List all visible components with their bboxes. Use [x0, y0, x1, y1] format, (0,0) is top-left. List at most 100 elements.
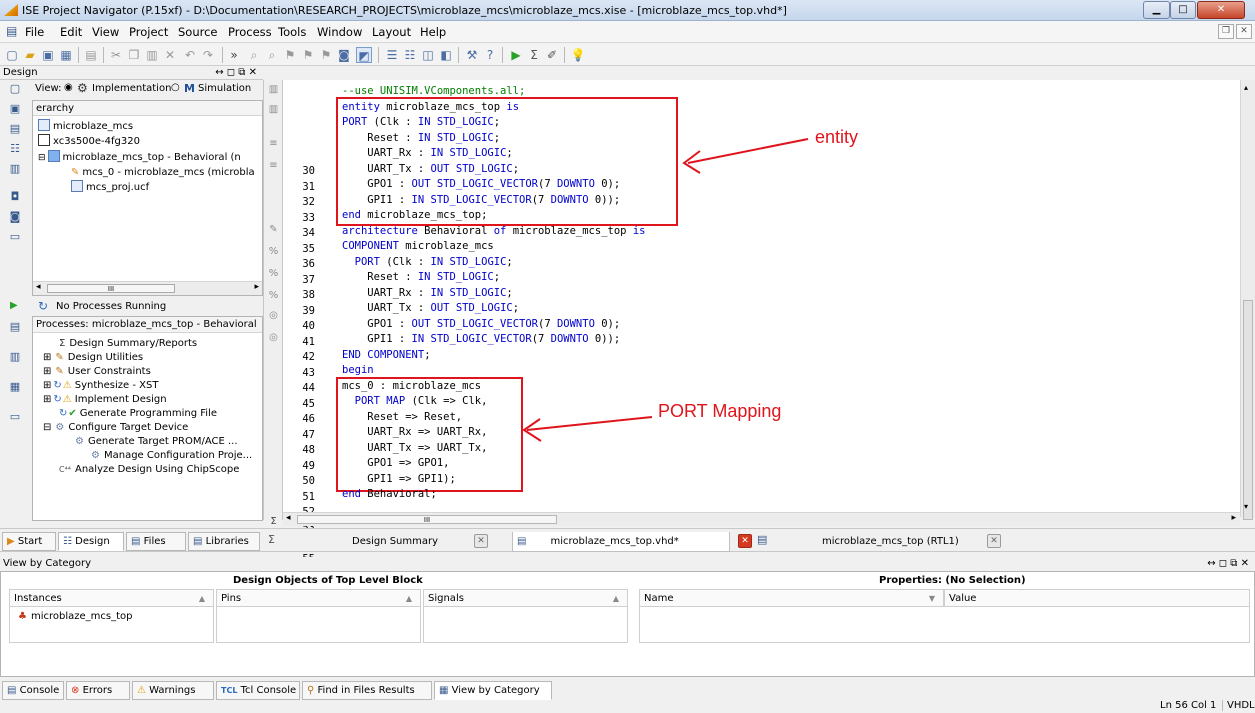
close-tab-icon[interactable]: ✕	[987, 534, 1001, 548]
tab-find-in-files[interactable]: ⚲ Find in Files Results	[302, 681, 432, 700]
mdi-restore-icon[interactable]: ❐	[1218, 24, 1234, 39]
tree-item-ucf[interactable]: mcs_proj.ucf	[71, 180, 149, 195]
outdent-icon[interactable]: ≡	[267, 160, 280, 173]
code-line[interactable]: UART_Rx : IN STD_LOGIC;	[342, 147, 512, 159]
tab-view-by-category[interactable]: ▦ View by Category	[434, 681, 552, 700]
hierarchy-hscroll[interactable]: ◂ III ▸	[33, 281, 262, 295]
code-line[interactable]: end microblaze_mcs_top;	[342, 209, 487, 221]
implementation-radio[interactable]: ◉	[64, 82, 73, 93]
wand-icon[interactable]: ⚒	[464, 47, 480, 63]
code-line[interactable]: PORT MAP (Clk => Clk,	[342, 395, 488, 407]
code-line[interactable]: UART_Tx => UART_Tx,	[342, 442, 487, 454]
code-line[interactable]: COMPONENT microblaze_mcs	[342, 240, 494, 252]
close-tab-icon[interactable]: ✕	[738, 534, 752, 548]
close-button[interactable]: ✕	[1197, 1, 1245, 19]
tab-tcl-console[interactable]: TCL Tcl Console	[216, 681, 300, 700]
hscroll-thumb[interactable]: III	[297, 515, 557, 524]
hierarchy-icon[interactable]: ☷	[8, 142, 22, 156]
code-line[interactable]: begin	[342, 364, 374, 376]
goto-icon[interactable]: ◎	[267, 310, 280, 323]
menu-file[interactable]: File	[25, 25, 44, 39]
open-folder-icon[interactable]: ▰	[22, 47, 38, 63]
code-line[interactable]: GPO1 : OUT STD_LOGIC_VECTOR(7 DOWNTO 0);	[342, 178, 620, 190]
value-column-header[interactable]: Value	[944, 589, 1250, 607]
tab-errors[interactable]: ⊗ Errors	[66, 681, 130, 700]
process-generate-programming[interactable]: ↻✔ Generate Programming File	[59, 407, 217, 421]
code-line[interactable]: Reset : IN STD_LOGIC;	[342, 132, 500, 144]
editor-tool-icon[interactable]: ▥	[267, 84, 280, 97]
process-synthesize[interactable]: ⊞ ↻⚠ Synthesize - XST	[43, 379, 158, 393]
process-generate-prom[interactable]: ⚙ Generate Target PROM/ACE ...	[75, 435, 238, 449]
tab-rtl-schematic[interactable]: microblaze_mcs_top (RTL1)	[822, 532, 959, 552]
menu-project[interactable]: Project	[129, 25, 168, 39]
tab-libraries[interactable]: ▤ Libraries	[188, 532, 260, 551]
tab-warnings[interactable]: ⚠ Warnings	[132, 681, 214, 700]
source-properties-icon[interactable]: ▥	[8, 162, 22, 176]
find-icon[interactable]: ⌕	[246, 47, 262, 63]
code-line[interactable]: entity microblaze_mcs_top is	[342, 101, 519, 113]
code-line[interactable]: UART_Tx : OUT STD_LOGIC;	[342, 302, 519, 314]
tree-item-mcs[interactable]: ✎ mcs_0 - microblaze_mcs (microbla	[71, 165, 255, 180]
panel-controls-icon[interactable]: ↔ ◻ ⧉ ✕	[1207, 557, 1249, 571]
code-line[interactable]: GPI1 : IN STD_LOGIC_VECTOR(7 DOWNTO 0));	[342, 194, 620, 206]
code-line[interactable]: mcs_0 : microblaze_mcs	[342, 380, 481, 392]
tab-design[interactable]: ☷ Design	[58, 532, 124, 551]
uncomment-icon[interactable]: %	[267, 268, 280, 281]
tab-design-summary[interactable]: Design Summary	[352, 532, 438, 552]
minimize-button[interactable]: ▁	[1143, 1, 1170, 19]
code-line[interactable]: UART_Tx : OUT STD_LOGIC;	[342, 163, 519, 175]
indent-icon[interactable]: ≡	[267, 138, 280, 151]
process-implement[interactable]: ⊞ ↻⚠ Implement Design	[43, 393, 167, 407]
tile-vertical-icon[interactable]: ☷	[402, 47, 418, 63]
zoom-icon[interactable]: ◙	[336, 47, 352, 63]
cascade-icon[interactable]: ◫	[420, 47, 436, 63]
code-line[interactable]: GPI1 : IN STD_LOGIC_VECTOR(7 DOWNTO 0));	[342, 333, 620, 345]
signals-column-header[interactable]: Signals ▲	[423, 589, 628, 607]
save-icon[interactable]: ▣	[40, 47, 56, 63]
new-source-icon[interactable]: ▢	[8, 82, 22, 96]
scroll-thumb[interactable]: III	[47, 284, 175, 293]
name-column-header[interactable]: Name ▼	[639, 589, 944, 607]
window-icon[interactable]: ◩	[356, 47, 372, 63]
pin-icon[interactable]: ✐	[544, 47, 560, 63]
module-icon[interactable]: ◙	[8, 210, 22, 224]
menu-view[interactable]: View	[92, 25, 119, 39]
undo-icon[interactable]: ↶	[182, 47, 198, 63]
process-configure-target[interactable]: ⊟ ⚙ Configure Target Device	[43, 421, 188, 435]
tree-item-project[interactable]: microblaze_mcs	[38, 119, 133, 134]
copy-icon[interactable]: ❐	[126, 47, 142, 63]
scroll-right-icon[interactable]: ▸	[254, 282, 259, 292]
tile-horizontal-icon[interactable]: ☰	[384, 47, 400, 63]
add-copy-icon[interactable]: ▤	[8, 122, 22, 136]
design-icon[interactable]: ◘	[8, 190, 22, 204]
mdi-close-icon[interactable]: ✕	[1236, 24, 1252, 39]
run-icon[interactable]: ▶	[508, 47, 524, 63]
vscroll-thumb[interactable]	[1243, 300, 1253, 520]
find-next-icon[interactable]: ⌕	[264, 47, 280, 63]
cut-icon[interactable]: ✂	[108, 47, 124, 63]
instances-column-header[interactable]: Instances ▲	[9, 589, 214, 607]
bookmark-prev-icon[interactable]: ⚑	[318, 47, 334, 63]
save-all-icon[interactable]: ▦	[58, 47, 74, 63]
code-line[interactable]: --use UNISIM.VComponents.all;	[342, 85, 525, 97]
tab-files[interactable]: ▤ Files	[126, 532, 186, 551]
editor-hscroll[interactable]: ◂ III ▸	[283, 512, 1240, 526]
toolbar-overflow-icon[interactable]: »	[226, 47, 242, 63]
comment-block-icon[interactable]: %	[267, 290, 280, 303]
tab-start[interactable]: ▶ Start	[2, 532, 56, 551]
process-panel-icon[interactable]: ▭	[8, 410, 22, 424]
tab-console[interactable]: ▤ Console	[2, 681, 64, 700]
process-report-icon[interactable]: ▦	[8, 380, 22, 394]
panel-icon[interactable]: ▭	[8, 230, 22, 244]
code-line[interactable]: UART_Rx : IN STD_LOGIC;	[342, 287, 512, 299]
scroll-down-icon[interactable]: ▾	[1244, 502, 1248, 511]
editor-vscroll[interactable]: ▴ ▾	[1240, 80, 1255, 520]
comment-icon[interactable]: %	[267, 246, 280, 259]
menu-edit[interactable]: Edit	[60, 25, 82, 39]
process-options-icon[interactable]: ▥	[8, 350, 22, 364]
code-line[interactable]: UART_Rx => UART_Rx,	[342, 426, 487, 438]
run-process-icon[interactable]: ▶	[10, 300, 18, 311]
instance-item[interactable]: ♣ microblaze_mcs_top	[18, 611, 133, 622]
tip-bulb-icon[interactable]: 💡	[570, 47, 586, 63]
process-design-utilities[interactable]: ⊞ ✎ Design Utilities	[43, 351, 143, 365]
